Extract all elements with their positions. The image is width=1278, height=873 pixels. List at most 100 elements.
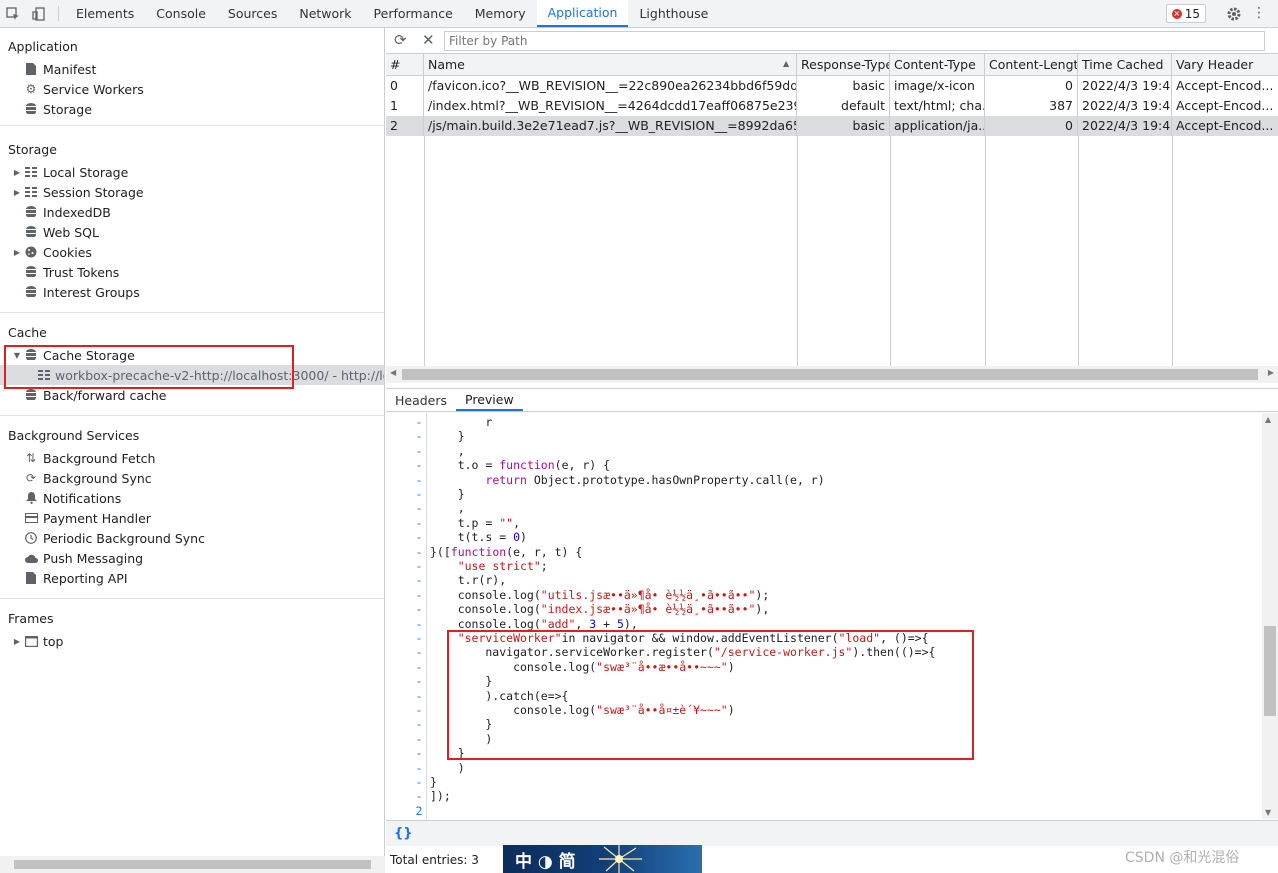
table-cell: 2022/4/3 19:4... bbox=[1078, 76, 1172, 96]
frame-window-icon bbox=[24, 634, 38, 648]
inspect-element-icon[interactable] bbox=[0, 0, 26, 27]
sidebar-item-trust-tokens[interactable]: Trust Tokens bbox=[0, 262, 384, 282]
code-text: }([function(e, r, t) { bbox=[430, 544, 583, 559]
sidebar-item-notifications[interactable]: Notifications bbox=[0, 488, 384, 508]
code-text: t.r(r), bbox=[430, 573, 507, 588]
code-line: - , bbox=[386, 501, 1262, 515]
preview-vertical-scrollbar[interactable]: ▲ ▼ bbox=[1262, 413, 1278, 819]
sidebar-item-indexeddb[interactable]: IndexedDB bbox=[0, 202, 384, 222]
table-horizontal-scrollbar[interactable]: ◀ ▶ bbox=[386, 366, 1278, 383]
section-application: Application bbox=[8, 39, 78, 54]
table-cell: default bbox=[797, 96, 890, 116]
line-gutter: - bbox=[415, 415, 423, 429]
col-content-length[interactable]: Content-Length bbox=[985, 54, 1078, 76]
table-cell: 0 bbox=[985, 116, 1078, 136]
device-toolbar-icon[interactable] bbox=[26, 0, 52, 27]
sidebar-item-cookies[interactable]: ▶ Cookies bbox=[0, 242, 384, 262]
expand-arrow-icon[interactable]: ▶ bbox=[12, 637, 22, 646]
scroll-left-arrow-icon[interactable]: ◀ bbox=[390, 368, 396, 377]
table-cell: Accept-Encod... bbox=[1176, 118, 1274, 133]
cache-toolbar: ⟳ ✕ bbox=[386, 28, 1278, 54]
tab-preview[interactable]: Preview bbox=[456, 389, 523, 411]
tab-application[interactable]: Application bbox=[536, 0, 629, 27]
ime-toolbar[interactable]: 中 ◑ 简 bbox=[503, 845, 702, 873]
scroll-down-arrow-icon[interactable]: ▼ bbox=[1265, 808, 1271, 817]
code-text: ) bbox=[430, 760, 465, 775]
code-text: console.log("index.jsæ••ä»¶å• è½½ä¸•ã••ã… bbox=[430, 602, 770, 617]
table-cell: image/x-icon bbox=[890, 76, 985, 96]
line-gutter: - bbox=[415, 616, 423, 631]
code-text: "use strict"; bbox=[457, 559, 548, 573]
scroll-up-arrow-icon[interactable]: ▲ bbox=[1265, 415, 1271, 424]
table-row[interactable]: 1/index.html?__WB_REVISION__=4264dcdd17e… bbox=[386, 96, 1278, 116]
code-line: -} bbox=[386, 775, 1262, 789]
sidebar-item-push-messaging[interactable]: Push Messaging bbox=[0, 548, 384, 568]
col-index[interactable]: # bbox=[386, 54, 424, 76]
sidebar-item-session-storage[interactable]: ▶ Session Storage bbox=[0, 182, 384, 202]
sidebar-item-storage[interactable]: Storage bbox=[0, 99, 384, 119]
sidebar-item-background-fetch[interactable]: ⇅ Background Fetch bbox=[0, 448, 384, 468]
col-name[interactable]: Name bbox=[424, 54, 797, 76]
settings-gear-icon[interactable] bbox=[1226, 6, 1242, 25]
expand-arrow-icon[interactable]: ▶ bbox=[12, 188, 22, 197]
tab-sources[interactable]: Sources bbox=[217, 0, 288, 27]
code-text: } bbox=[430, 487, 465, 501]
filter-by-path-input[interactable] bbox=[444, 31, 1265, 51]
tab-console[interactable]: Console bbox=[145, 0, 217, 27]
cache-entries-table: # Name ▲ Response-Type Content-Type Cont… bbox=[386, 54, 1278, 366]
line-gutter: - bbox=[415, 587, 423, 602]
tab-network[interactable]: Network bbox=[288, 0, 362, 27]
sidebar-item-web-sql[interactable]: Web SQL bbox=[0, 222, 384, 242]
section-frames: Frames bbox=[8, 611, 54, 626]
col-vary-header[interactable]: Vary Header bbox=[1172, 54, 1278, 76]
sidebar-item-reporting-api[interactable]: Reporting API bbox=[0, 568, 384, 588]
line-gutter: - bbox=[415, 789, 423, 804]
expand-arrow-icon[interactable]: ▶ bbox=[12, 168, 22, 177]
database-icon bbox=[24, 285, 38, 299]
tab-headers[interactable]: Headers bbox=[386, 389, 456, 411]
table-row[interactable]: 0/favicon.ico?__WB_REVISION__=22c890ea26… bbox=[386, 76, 1278, 96]
scroll-right-arrow-icon[interactable]: ▶ bbox=[1268, 368, 1274, 377]
sidebar-item-payment-handler[interactable]: Payment Handler bbox=[0, 508, 384, 528]
line-gutter: - bbox=[415, 530, 423, 545]
sidebar-item-manifest[interactable]: Manifest bbox=[0, 59, 384, 79]
code-line: - t.p = "", bbox=[386, 516, 1262, 530]
pretty-print-icon[interactable]: {} bbox=[394, 826, 413, 841]
line-gutter: - bbox=[415, 544, 423, 559]
tab-performance[interactable]: Performance bbox=[363, 0, 464, 27]
code-text: } bbox=[430, 429, 465, 444]
more-options-icon[interactable]: ⋮ bbox=[1252, 5, 1266, 21]
sidebar-item-periodic-background-sync[interactable]: Periodic Background Sync bbox=[0, 528, 384, 548]
table-cell: 1 bbox=[386, 96, 424, 116]
table-cell: 2 bbox=[386, 116, 424, 136]
expand-arrow-icon[interactable]: ▶ bbox=[12, 248, 22, 257]
sidebar-item-local-storage[interactable]: ▶ Local Storage bbox=[0, 162, 384, 182]
tab-memory[interactable]: Memory bbox=[464, 0, 537, 27]
sidebar-horizontal-scrollbar[interactable] bbox=[0, 856, 385, 873]
line-gutter: 2 bbox=[415, 803, 423, 818]
code-line: - console.log("utils.jsæ••ä»¶å• è½½ä¸•ã•… bbox=[386, 588, 1262, 602]
sidebar-item-service-workers[interactable]: ⚙ Service Workers bbox=[0, 79, 384, 99]
database-icon bbox=[24, 388, 38, 402]
preview-scroll-thumb[interactable] bbox=[1264, 626, 1276, 716]
table-cell: 0 bbox=[386, 76, 424, 96]
tab-lighthouse[interactable]: Lighthouse bbox=[628, 0, 719, 27]
table-row[interactable]: 2/js/main.build.3e2e71ead7.js?__WB_REVIS… bbox=[386, 116, 1278, 136]
refresh-icon[interactable]: ⟳ bbox=[394, 32, 407, 48]
sidebar-item-background-sync[interactable]: ⟳ Background Sync bbox=[0, 468, 384, 488]
code-line: - ) bbox=[386, 761, 1262, 775]
line-gutter: - bbox=[415, 674, 423, 689]
col-content-type[interactable]: Content-Type bbox=[890, 54, 985, 76]
code-text: t.p = "", bbox=[430, 515, 521, 530]
clear-icon[interactable]: ✕ bbox=[422, 31, 435, 49]
col-response-type[interactable]: Response-Type bbox=[797, 54, 890, 76]
sidebar-item-interest-groups[interactable]: Interest Groups bbox=[0, 282, 384, 302]
tab-elements[interactable]: Elements bbox=[65, 0, 145, 27]
line-gutter: - bbox=[415, 472, 423, 487]
col-time-cached[interactable]: Time Cached bbox=[1078, 54, 1172, 76]
file-icon bbox=[24, 62, 38, 76]
database-icon bbox=[24, 205, 38, 219]
sidebar-item-frame-top[interactable]: ▶ top bbox=[0, 631, 384, 651]
table-cell: Accept-Encod... bbox=[1176, 98, 1274, 113]
error-count-badge[interactable]: × 15 bbox=[1165, 4, 1206, 23]
